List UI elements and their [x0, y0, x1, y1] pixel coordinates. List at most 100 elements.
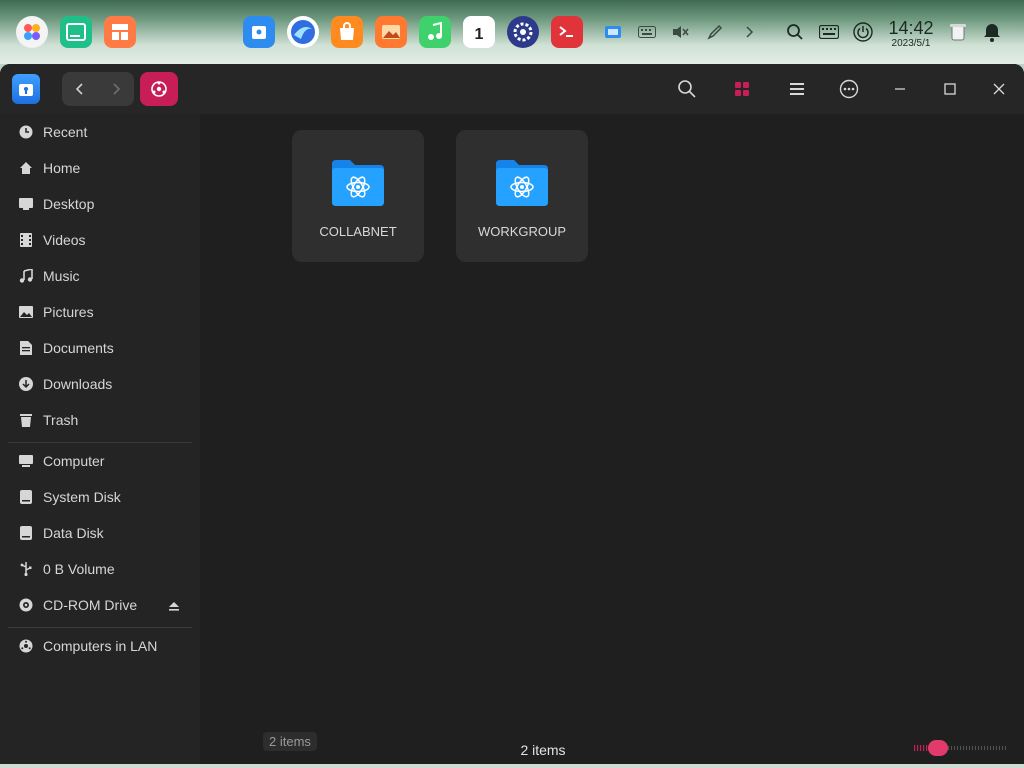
notification-bell-icon[interactable]: [980, 20, 1004, 44]
shop-icon[interactable]: [331, 16, 363, 48]
more-options-icon: [839, 79, 859, 99]
breadcrumb-network-button[interactable]: [140, 72, 178, 106]
chevron-right-icon[interactable]: [737, 20, 761, 44]
chevron-right-icon: [113, 83, 121, 95]
more-options-button[interactable]: [837, 77, 861, 101]
launcher-icon[interactable]: [16, 16, 48, 48]
music-icon[interactable]: [419, 16, 451, 48]
sidebar-item-label: Pictures: [43, 304, 94, 320]
disk-icon: [18, 489, 34, 505]
file-manager-window: Recent Home Desktop Videos Music Picture…: [0, 64, 1024, 764]
icon-size-slider[interactable]: [912, 740, 1008, 756]
sidebar-item-label: Documents: [43, 340, 114, 356]
trash-bin-icon[interactable]: [946, 20, 970, 44]
forward-button[interactable]: [98, 72, 134, 106]
sidebar: Recent Home Desktop Videos Music Picture…: [0, 114, 200, 764]
cdrom-icon: [18, 597, 34, 613]
keyboard-icon[interactable]: [817, 20, 841, 44]
browser-icon[interactable]: [287, 16, 319, 48]
download-icon: [18, 376, 34, 392]
sidebar-item-label: Home: [43, 160, 81, 176]
status-bar: 2 items: [0, 742, 1024, 764]
clock-date: 2023/5/1: [891, 38, 931, 49]
file-manager-icon[interactable]: [243, 16, 275, 48]
list-view-icon: [790, 83, 804, 95]
volume-muted-icon[interactable]: [668, 20, 692, 44]
calendar-icon[interactable]: 1: [463, 16, 495, 48]
search-icon[interactable]: [783, 20, 807, 44]
file-manager-logo-icon: [12, 74, 40, 104]
sidebar-item-videos[interactable]: Videos: [0, 222, 192, 258]
sidebar-item-documents[interactable]: Documents: [0, 330, 192, 366]
sidebar-item-label: 0 B Volume: [43, 561, 115, 577]
sidebar-item-label: Computers in LAN: [43, 638, 158, 654]
sidebar-item-desktop[interactable]: Desktop: [0, 186, 192, 222]
close-button[interactable]: [987, 77, 1011, 101]
title-bar: [0, 64, 1024, 114]
eject-icon[interactable]: [168, 599, 180, 611]
file-item-label: COLLABNET: [319, 224, 397, 239]
network-icon: [18, 638, 34, 654]
file-view[interactable]: COLLABNET WORKGROUP: [200, 114, 1024, 764]
clock-time: 14:42: [888, 18, 934, 38]
pen-icon[interactable]: [703, 20, 727, 44]
sidebar-item-label: Computer: [43, 453, 105, 469]
maximize-button[interactable]: [938, 77, 962, 101]
maximize-icon: [944, 83, 956, 95]
network-folder-icon: [496, 160, 548, 206]
sidebar-item-label: System Disk: [43, 489, 121, 505]
app-store-icon[interactable]: [104, 16, 136, 48]
back-button[interactable]: [62, 72, 98, 106]
file-item-workgroup[interactable]: WORKGROUP: [456, 130, 588, 262]
video-icon: [18, 232, 34, 248]
document-icon: [18, 340, 34, 356]
clock-icon: [18, 124, 34, 140]
sidebar-item-computers-in-lan[interactable]: Computers in LAN: [0, 628, 192, 664]
sidebar-item-downloads[interactable]: Downloads: [0, 366, 192, 402]
sidebar-item-data-disk[interactable]: Data Disk: [0, 515, 192, 551]
navigation-buttons: [62, 72, 134, 106]
settings-icon[interactable]: [507, 16, 539, 48]
terminal-icon[interactable]: [551, 16, 583, 48]
tooltip: 2 items: [263, 732, 317, 751]
sidebar-item-label: Downloads: [43, 376, 113, 392]
sidebar-item-computer[interactable]: Computer: [0, 443, 192, 479]
minimize-button[interactable]: [888, 77, 912, 101]
sidebar-item-label: Videos: [43, 232, 86, 248]
usb-icon: [18, 561, 34, 577]
sidebar-item-trash[interactable]: Trash: [0, 402, 192, 438]
power-icon[interactable]: [851, 20, 875, 44]
calendar-day: 1: [474, 26, 484, 43]
chevron-left-icon: [75, 83, 83, 95]
sidebar-item-music[interactable]: Music: [0, 258, 192, 294]
sidebar-item-home[interactable]: Home: [0, 150, 192, 186]
slider-handle[interactable]: [928, 740, 948, 756]
top-dock: 1 14:42 2023/5/1: [0, 0, 1024, 64]
music-note-icon: [18, 268, 34, 284]
minimize-icon: [895, 88, 905, 90]
icon-view-button[interactable]: [730, 77, 754, 101]
image-viewer-icon[interactable]: [375, 16, 407, 48]
file-item-collabnet[interactable]: COLLABNET: [292, 130, 424, 262]
sidebar-item-label: Data Disk: [43, 525, 104, 541]
sidebar-item-0b-volume[interactable]: 0 B Volume: [0, 551, 192, 587]
network-folder-icon: [332, 160, 384, 206]
sidebar-item-system-disk[interactable]: System Disk: [0, 479, 192, 515]
picture-icon: [18, 304, 34, 320]
terminal-green-icon[interactable]: [60, 16, 92, 48]
sidebar-item-cdrom[interactable]: CD-ROM Drive: [0, 587, 192, 623]
desktop-icon: [18, 196, 34, 212]
sidebar-item-pictures[interactable]: Pictures: [0, 294, 192, 330]
search-button[interactable]: [675, 77, 699, 101]
status-item-count: 2 items: [520, 742, 566, 758]
trash-icon: [18, 412, 34, 428]
keyboard-layout-icon[interactable]: [635, 20, 659, 44]
file-item-label: WORKGROUP: [477, 224, 567, 239]
sidebar-item-label: CD-ROM Drive: [43, 597, 138, 613]
clock[interactable]: 14:42 2023/5/1: [884, 18, 938, 50]
list-view-button[interactable]: [785, 77, 809, 101]
screenshot-icon[interactable]: [601, 20, 625, 44]
computer-icon: [18, 453, 34, 469]
grid-view-icon: [735, 82, 749, 96]
sidebar-item-recent[interactable]: Recent: [0, 114, 192, 150]
